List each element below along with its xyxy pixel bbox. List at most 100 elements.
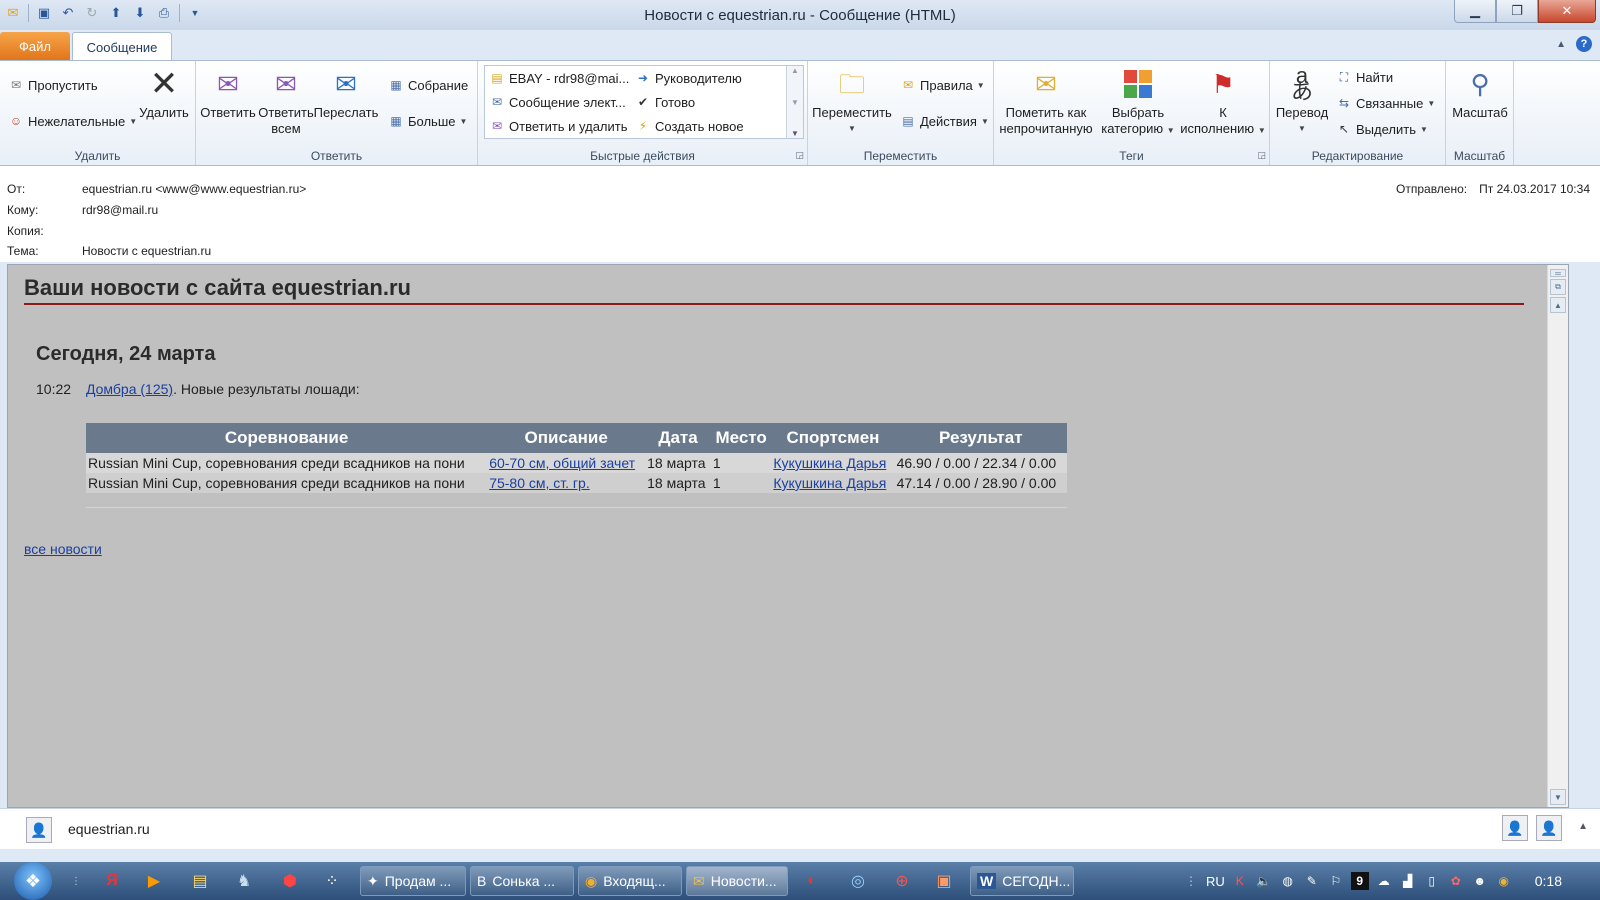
- vk-icon: B: [477, 873, 487, 889]
- outlook-tray-icon[interactable]: ◉: [1495, 872, 1513, 890]
- reply-button[interactable]: ✉ Ответить: [200, 67, 256, 121]
- vertical-scrollbar[interactable]: ═ ⧉ ▲ ▼: [1547, 265, 1568, 807]
- tab-message[interactable]: Сообщение: [72, 32, 172, 61]
- find-button[interactable]: ⛶ Найти: [1336, 69, 1393, 85]
- categories-icon: [1121, 67, 1155, 101]
- translate-button[interactable]: aあ Перевод ▼: [1274, 63, 1330, 137]
- task-button[interactable]: W СЕГОДН...: [970, 866, 1074, 896]
- expand-pane-icon[interactable]: ▲: [1578, 821, 1588, 832]
- flag-icon[interactable]: ⚐: [1327, 872, 1345, 890]
- cursor-icon: ↖: [1338, 122, 1350, 136]
- user-icon[interactable]: ☻: [1471, 872, 1489, 890]
- yandex-icon[interactable]: Я: [100, 869, 124, 893]
- window-controls: ▁ ❐ ✕: [1454, 0, 1596, 23]
- description-link[interactable]: 60-70 см, общий зачет: [489, 455, 635, 471]
- dropdown-arrow-icon: ▼: [1427, 98, 1436, 108]
- quick-step-ebay[interactable]: ▤ EBAY - rdr98@mai...: [489, 70, 629, 86]
- follow-up-button[interactable]: ⚑ К исполнению ▼: [1180, 67, 1266, 139]
- related-button[interactable]: ⇆ Связанные ▼: [1336, 95, 1435, 111]
- categorize-button[interactable]: Выбрать категорию ▼: [1096, 67, 1180, 139]
- quick-step-manager[interactable]: ➜ Руководителю: [635, 70, 742, 86]
- task-button[interactable]: ✉ Новости...: [686, 866, 788, 896]
- reply-all-button[interactable]: ✉ Ответить всем: [258, 67, 314, 137]
- antivirus-icon[interactable]: ⬢: [278, 869, 302, 893]
- tab-file[interactable]: Файл: [0, 32, 70, 60]
- close-button[interactable]: ✕: [1538, 0, 1596, 23]
- actions-button[interactable]: ▤ Действия ▼: [900, 113, 989, 129]
- badge-icon[interactable]: 9: [1350, 872, 1369, 890]
- rider-link[interactable]: Кукушкина Дарья: [773, 475, 886, 491]
- opera-icon[interactable]: ◐: [800, 869, 824, 893]
- taskbar: ❖ ⋮ Я ▶ ▤ ♞ ⬢ ⁘ ✦ Продам ... B Сонька ... …: [0, 862, 1600, 900]
- move-button[interactable]: 🗀 Переместить ▼: [812, 67, 892, 137]
- folder-icon[interactable]: ▤: [188, 869, 212, 893]
- reader-icon[interactable]: ▣: [932, 869, 956, 893]
- mark-unread-button[interactable]: ✉ Пометить как непрочитанную: [996, 67, 1096, 137]
- clock[interactable]: 0:18: [1535, 873, 1562, 889]
- quick-step-done[interactable]: ✔ Готово: [635, 94, 695, 110]
- dialog-launcher-icon[interactable]: ◲: [795, 150, 804, 161]
- quick-steps-scrollbar[interactable]: ▲ ▼ ▼: [786, 66, 803, 138]
- from-value[interactable]: equestrian.ru <www@www.equestrian.ru>: [82, 182, 306, 196]
- minimize-button[interactable]: ▁: [1454, 0, 1496, 23]
- col-result: Результат: [894, 423, 1067, 453]
- select-button[interactable]: ↖ Выделить ▼: [1336, 121, 1428, 137]
- help-icon[interactable]: ?: [1576, 36, 1592, 52]
- zoom-button[interactable]: ⚲ Масштаб: [1448, 67, 1512, 121]
- task-button[interactable]: ◉ Входящ...: [578, 866, 682, 896]
- scroll-down-icon[interactable]: ▼: [791, 98, 799, 107]
- all-news-link[interactable]: все новости: [24, 541, 102, 557]
- title-bar: ✉ ▣ ↶ ↻ ⬆ ⬇ ⎙ ▼ Новости с equestrian.ru …: [0, 0, 1600, 30]
- avatar-icon: 👤: [26, 817, 52, 843]
- scroll-down-icon[interactable]: ▼: [1550, 789, 1566, 805]
- windows-logo-icon: ❖: [24, 870, 42, 891]
- scroll-up-icon[interactable]: ▲: [791, 66, 799, 75]
- table-row: Russian Mini Cup, соревнования среди вса…: [86, 453, 1067, 473]
- group-label: Переместить: [863, 149, 938, 163]
- horse-icon[interactable]: ♞: [232, 869, 256, 893]
- sender-name[interactable]: equestrian.ru: [68, 821, 150, 837]
- ribbon-collapse-icon[interactable]: ▲: [1556, 39, 1566, 50]
- maximize-button[interactable]: ❐: [1496, 0, 1538, 23]
- subject-value: Новости с equestrian.ru: [82, 244, 212, 258]
- rider-link[interactable]: Кукушкина Дарья: [773, 455, 886, 471]
- tool-icon[interactable]: ✎: [1303, 872, 1321, 890]
- start-button[interactable]: ❖: [14, 862, 52, 900]
- delete-x-icon: ✕: [149, 65, 179, 103]
- more-button[interactable]: ▦ Больше ▼: [388, 113, 467, 129]
- meeting-button[interactable]: ▦ Собрание: [388, 77, 468, 93]
- task-button[interactable]: B Сонька ...: [470, 866, 574, 896]
- quick-step-create-new[interactable]: ⚡ Создать новое: [635, 118, 744, 134]
- ignore-button[interactable]: ✉ Пропустить: [8, 77, 98, 93]
- language-indicator[interactable]: RU: [1206, 874, 1225, 889]
- task-button[interactable]: ✦ Продам ...: [360, 866, 466, 896]
- expand-gallery-icon[interactable]: ▼: [791, 129, 799, 138]
- split-handle-icon[interactable]: ═: [1550, 269, 1566, 278]
- quick-step-reply-delete[interactable]: ✉ Ответить и удалить: [489, 118, 628, 134]
- kaspersky-icon[interactable]: K: [1231, 872, 1249, 890]
- game-icon[interactable]: ⊕: [890, 869, 914, 893]
- scroll-up-icon[interactable]: ▲: [1550, 297, 1566, 313]
- chrome-icon[interactable]: ◎: [846, 869, 870, 893]
- avatar-icon[interactable]: 👤: [1536, 815, 1562, 841]
- cloud-icon[interactable]: ☁: [1375, 872, 1393, 890]
- forward-button[interactable]: ✉ Переслать: [314, 67, 379, 121]
- translate-icon: aあ: [1290, 63, 1313, 104]
- to-value[interactable]: rdr98@mail.ru: [82, 203, 158, 217]
- quick-step-email[interactable]: ✉ Сообщение элект...: [489, 94, 626, 110]
- dialog-launcher-icon[interactable]: ◲: [1257, 150, 1266, 161]
- notification-icon[interactable]: ✿: [1447, 872, 1465, 890]
- junk-button[interactable]: ☺ Нежелательные ▼: [8, 113, 137, 129]
- network-globe-icon[interactable]: ◍: [1279, 872, 1297, 890]
- horse-link[interactable]: Домбра (125): [86, 381, 173, 397]
- pane-icon[interactable]: ⧉: [1550, 279, 1566, 295]
- apps-icon[interactable]: ⁘: [320, 869, 344, 893]
- avatar-icon[interactable]: 👤: [1502, 815, 1528, 841]
- signal-icon[interactable]: ▟: [1399, 872, 1417, 890]
- delete-button[interactable]: ✕ Удалить: [138, 67, 190, 121]
- device-icon[interactable]: ▯: [1423, 872, 1441, 890]
- volume-icon[interactable]: 🔈: [1255, 872, 1273, 890]
- rules-button[interactable]: ✉ Правила ▼: [900, 77, 985, 93]
- description-link[interactable]: 75-80 см, ст. гр.: [489, 475, 590, 491]
- media-player-icon[interactable]: ▶: [142, 869, 166, 893]
